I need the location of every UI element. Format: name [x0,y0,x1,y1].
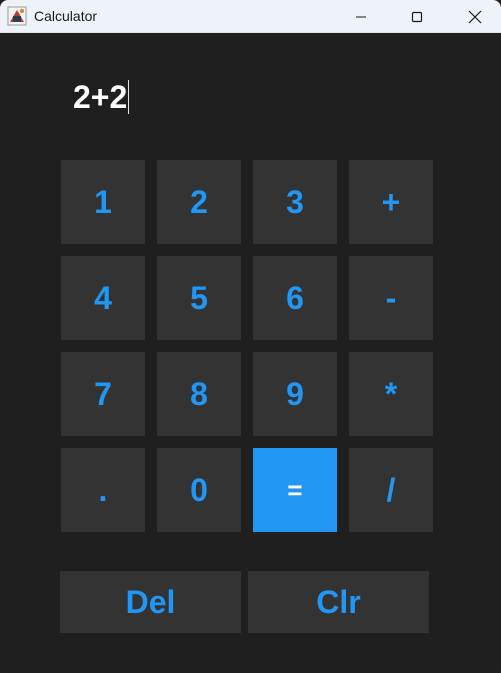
expression-display[interactable]: 2+2 [73,76,130,118]
digit-0-button[interactable]: 0 [157,448,241,532]
delete-button[interactable]: Del [60,571,241,633]
maximize-icon [411,11,423,22]
digit-3-button[interactable]: 3 [253,160,337,244]
expression-text: 2+2 [73,78,128,115]
title-bar[interactable]: Calculator [0,0,501,33]
maximize-button[interactable] [394,0,440,33]
clear-button[interactable]: Clr [248,571,429,633]
app-icon [7,6,27,26]
minus-button[interactable]: - [349,256,433,340]
digit-6-button[interactable]: 6 [253,256,337,340]
divide-button[interactable]: / [349,448,433,532]
digit-9-button[interactable]: 9 [253,352,337,436]
text-cursor [128,80,130,114]
digit-7-button[interactable]: 7 [61,352,145,436]
digit-4-button[interactable]: 4 [61,256,145,340]
decimal-point-button[interactable]: . [61,448,145,532]
window-title: Calculator [34,8,98,24]
digit-5-button[interactable]: 5 [157,256,241,340]
digit-2-button[interactable]: 2 [157,160,241,244]
calculator-window: Calculator 2+2 1 2 3 + 4 5 6 - 7 8 9 * .… [0,0,501,673]
multiply-button[interactable]: * [349,352,433,436]
minimize-icon [356,16,366,17]
close-button[interactable] [452,0,498,33]
plus-button[interactable]: + [349,160,433,244]
digit-8-button[interactable]: 8 [157,352,241,436]
digit-1-button[interactable]: 1 [61,160,145,244]
minimize-button[interactable] [338,0,384,33]
close-icon [468,10,482,23]
equals-button[interactable]: = [253,448,337,532]
